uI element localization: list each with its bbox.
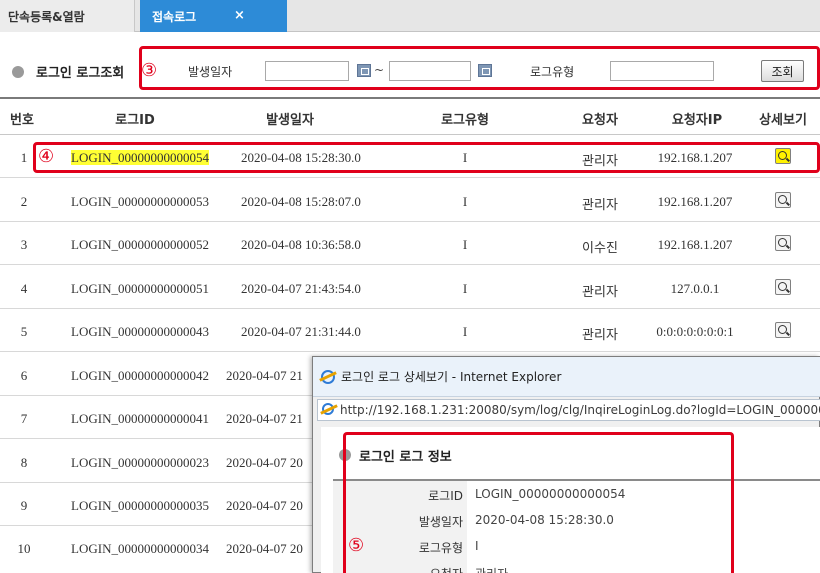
row-no: 6 — [20, 368, 28, 383]
detail-view-icon[interactable] — [775, 192, 791, 208]
annotation-step-4: ④ — [38, 146, 55, 167]
row-date: 2020-04-08 10:36:58.0 — [241, 237, 361, 252]
row-ip: 127.0.0.1 — [670, 281, 720, 296]
internet-explorer-icon — [322, 403, 334, 415]
row-date: 2020-04-07 20 — [226, 498, 303, 513]
col-log-id: 로그ID — [115, 113, 155, 128]
tab-bar: 단속등록&열람 접속로그 × — [0, 0, 820, 32]
annotation-step-3: ③ — [141, 60, 158, 81]
row-no: 10 — [17, 541, 31, 556]
internet-explorer-icon — [321, 370, 335, 384]
row-log-id[interactable]: LOGIN_00000000000053 — [60, 194, 220, 210]
table-row[interactable]: 4 LOGIN_00000000000051 2020-04-07 21:43:… — [0, 269, 820, 309]
row-log-id[interactable]: LOGIN_00000000000023 — [60, 455, 220, 471]
close-icon[interactable]: × — [234, 8, 245, 23]
row-date: 2020-04-07 20 — [226, 455, 303, 470]
row-date: 2020-04-07 21 — [226, 411, 303, 426]
row-ip: 0:0:0:0:0:0:0:1 — [656, 324, 734, 339]
row-type: I — [462, 281, 468, 296]
tab-access-log-label: 접속로그 — [152, 9, 197, 24]
row-no: 9 — [20, 498, 28, 513]
detail-view-icon[interactable] — [775, 235, 791, 251]
col-requester: 요청자 — [582, 113, 618, 128]
row-requester: 이수진 — [582, 241, 618, 256]
detail-view-icon[interactable] — [775, 322, 791, 338]
row-ip: 192.168.1.207 — [657, 237, 733, 252]
annotation-box-popup — [343, 432, 734, 573]
popup-title-bar[interactable]: 로그인 로그 상세보기 - Internet Explorer — [313, 357, 820, 397]
table-row[interactable]: 5 LOGIN_00000000000043 2020-04-07 21:31:… — [0, 312, 820, 352]
detail-view-icon[interactable] — [775, 279, 791, 295]
tab-access-log[interactable]: 접속로그 × — [140, 0, 287, 32]
row-log-id[interactable]: LOGIN_00000000000051 — [60, 281, 220, 297]
popup-url-text: http://192.168.1.231:20080/sym/log/clg/I… — [340, 403, 820, 417]
row-date: 2020-04-07 21 — [226, 368, 303, 383]
row-requester: 관리자 — [582, 198, 618, 213]
row-no: 3 — [20, 237, 28, 252]
row-log-id[interactable]: LOGIN_00000000000034 — [60, 541, 220, 557]
row-no: 1 — [20, 150, 28, 165]
row-no: 7 — [20, 411, 28, 426]
col-detail: 상세보기 — [759, 113, 807, 128]
row-log-id[interactable]: LOGIN_00000000000042 — [60, 368, 220, 384]
row-no: 5 — [20, 324, 28, 339]
table-row[interactable]: 3 LOGIN_00000000000052 2020-04-08 10:36:… — [0, 225, 820, 265]
table-header: 번호 로그ID 발생일자 로그유형 요청자 요청자IP 상세보기 — [0, 97, 820, 135]
table-row[interactable]: 2 LOGIN_00000000000053 2020-04-08 15:28:… — [0, 182, 820, 222]
col-log-type: 로그유형 — [441, 113, 489, 128]
row-log-id[interactable]: LOGIN_00000000000041 — [60, 411, 220, 427]
bullet-icon — [12, 66, 24, 78]
row-type: I — [462, 194, 468, 209]
row-date: 2020-04-07 20 — [226, 541, 303, 556]
row-log-id[interactable]: LOGIN_00000000000043 — [60, 324, 220, 340]
row-date: 2020-04-08 15:28:07.0 — [241, 194, 361, 209]
row-requester: 관리자 — [582, 328, 618, 343]
row-type: I — [462, 237, 468, 252]
row-date: 2020-04-07 21:43:54.0 — [241, 281, 361, 296]
row-no: 8 — [20, 455, 28, 470]
annotation-box-search — [139, 46, 820, 90]
row-ip: 192.168.1.207 — [657, 194, 733, 209]
col-date: 발생일자 — [266, 113, 314, 128]
row-no: 2 — [20, 194, 28, 209]
col-no: 번호 — [10, 113, 34, 128]
annotation-step-5: ⑤ — [348, 535, 365, 556]
row-log-id[interactable]: LOGIN_00000000000052 — [60, 237, 220, 253]
popup-address-bar[interactable]: http://192.168.1.231:20080/sym/log/clg/I… — [317, 399, 820, 421]
row-log-id[interactable]: LOGIN_00000000000035 — [60, 498, 220, 514]
row-type: I — [462, 324, 468, 339]
row-no: 4 — [20, 281, 28, 296]
row-date: 2020-04-07 21:31:44.0 — [241, 324, 361, 339]
annotation-box-row — [33, 142, 820, 173]
row-requester: 관리자 — [582, 285, 618, 300]
col-requester-ip: 요청자IP — [671, 113, 723, 128]
page-title: 로그인 로그조회 — [36, 66, 125, 81]
tab-enforcement[interactable]: 단속등록&열람 — [0, 0, 135, 32]
popup-window-title: 로그인 로그 상세보기 - Internet Explorer — [341, 370, 562, 384]
tab-enforcement-label: 단속등록&열람 — [8, 9, 85, 24]
